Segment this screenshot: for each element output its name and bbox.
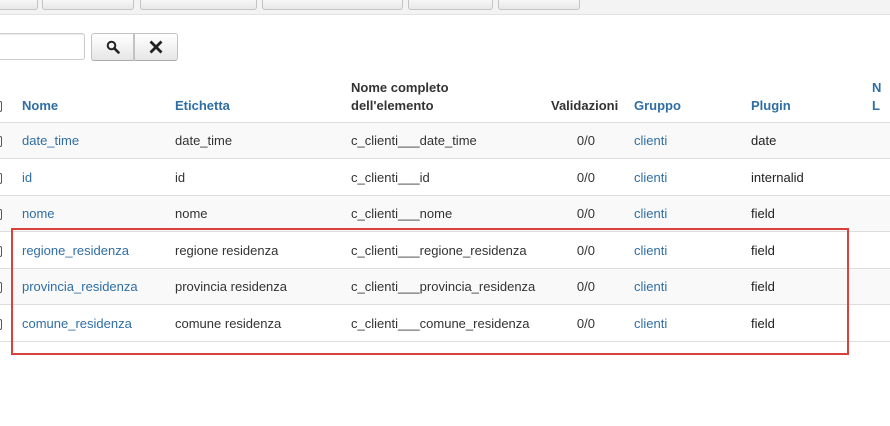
row-checkbox[interactable]	[0, 282, 2, 294]
element-label: provincia residenza	[175, 279, 288, 295]
row-checkbox[interactable]	[0, 209, 2, 221]
element-full-name: c_clienti___comune_residenza	[351, 316, 530, 331]
toolbar-button[interactable]	[140, 0, 257, 10]
element-validations: 0/0	[576, 242, 595, 258]
element-group-link[interactable]: clienti	[634, 160, 667, 196]
toolbar-button[interactable]	[0, 0, 38, 10]
element-label: comune residenza	[175, 316, 282, 331]
element-group-link[interactable]: clienti	[634, 123, 667, 159]
element-name-link[interactable]: id	[22, 160, 32, 196]
element-full-name: c_clienti___date_time	[351, 133, 477, 148]
column-header-cut-top[interactable]: N	[872, 79, 881, 96]
element-group-link[interactable]: clienti	[634, 269, 667, 305]
column-header-label[interactable]: Etichetta	[175, 97, 230, 114]
row-checkbox[interactable]	[0, 245, 2, 257]
element-validations: 0/0	[576, 169, 595, 185]
toolbar-button[interactable]	[498, 0, 580, 10]
element-name-link[interactable]: date_time	[22, 123, 79, 159]
element-name-link[interactable]: comune_residenza	[22, 306, 132, 342]
toolbar-button[interactable]	[42, 0, 134, 10]
search-button[interactable]	[91, 33, 134, 61]
element-name-link[interactable]: provincia_residenza	[22, 269, 138, 305]
element-label: id	[175, 169, 186, 185]
element-full-name: c_clienti___nome	[351, 206, 453, 222]
element-group-link[interactable]: clienti	[634, 196, 667, 232]
element-plugin: field	[751, 316, 775, 331]
element-plugin: internalid	[751, 169, 804, 185]
row-checkbox[interactable]	[0, 319, 2, 330]
column-header-validations: Validazioni	[551, 98, 619, 113]
element-plugin: date	[751, 133, 777, 148]
toolbar-button[interactable]	[262, 0, 403, 10]
element-validations: 0/0	[576, 279, 595, 295]
element-plugin: field	[751, 242, 775, 258]
close-icon	[149, 40, 163, 54]
element-label: regione residenza	[175, 242, 279, 258]
element-validations: 0/0	[576, 316, 595, 331]
element-validations: 0/0	[576, 133, 595, 148]
element-full-name: c_clienti___id	[351, 169, 430, 185]
column-header-group[interactable]: Gruppo	[634, 97, 681, 114]
element-label: nome	[175, 206, 208, 222]
table-row: comune_residenza comune residenza c_client…	[0, 306, 890, 342]
column-header-cut-bottom[interactable]: L	[872, 97, 880, 114]
table-row: nome nome c_clienti___nome 0/0 clienti field	[0, 196, 890, 233]
table-row: date_time date_time c_clienti___date_time 0…	[0, 123, 890, 159]
element-group-link[interactable]: clienti	[634, 306, 667, 342]
element-validations: 0/0	[576, 206, 595, 222]
column-header-full-name-line2: dell'elemento	[351, 98, 434, 113]
element-group-link[interactable]: clienti	[634, 233, 667, 269]
row-checkbox[interactable]	[0, 136, 2, 147]
column-header-name[interactable]: Nome	[22, 97, 58, 114]
element-name-link[interactable]: nome	[22, 196, 55, 232]
top-toolbar	[0, 0, 890, 15]
element-name-link[interactable]: regione_residenza	[22, 233, 129, 269]
table-row: provincia_residenza provincia residenza c_…	[0, 269, 890, 306]
element-full-name: c_clienti___regione_residenza	[351, 242, 527, 258]
element-plugin: field	[751, 279, 775, 295]
column-header-plugin[interactable]: Plugin	[751, 97, 791, 114]
element-label: date_time	[175, 133, 233, 148]
table-row: regione_residenza regione residenza c_clie…	[0, 233, 890, 269]
row-checkbox[interactable]	[0, 172, 2, 184]
select-all-checkbox[interactable]	[0, 101, 2, 112]
search-icon	[106, 40, 120, 54]
toolbar-button[interactable]	[408, 0, 493, 10]
element-plugin: field	[751, 206, 775, 222]
column-header-full-name-line1: Nome completo	[351, 80, 449, 95]
clear-search-button[interactable]	[134, 33, 178, 61]
table-row: id id c_clienti___id 0/0 clienti internalid	[0, 160, 890, 196]
element-full-name: c_clienti___provincia_residenza	[351, 279, 536, 295]
search-input[interactable]	[0, 33, 85, 60]
